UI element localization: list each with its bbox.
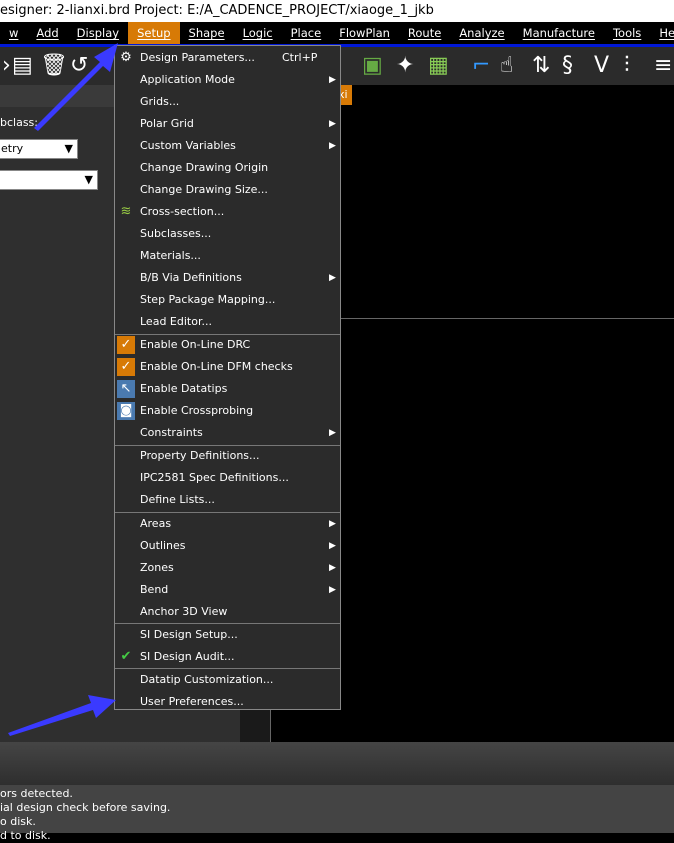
arrow-annotation-preferences: [8, 695, 116, 736]
arrow-annotation-setup: [34, 43, 118, 131]
console-line: d to disk.: [0, 829, 51, 842]
annotation-arrows: [8, 43, 118, 736]
